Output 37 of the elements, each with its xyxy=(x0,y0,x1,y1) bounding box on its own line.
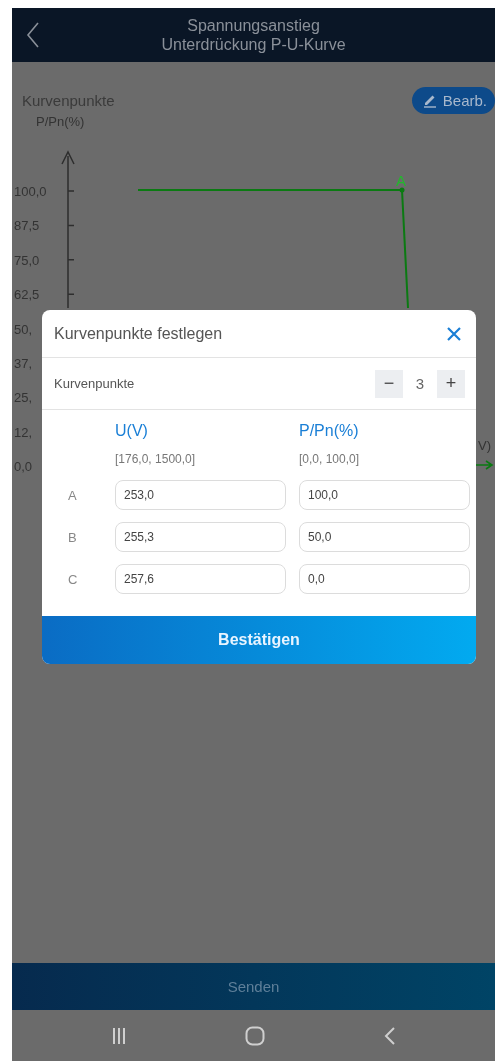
x-axis-arrow xyxy=(475,460,494,470)
value-field[interactable]: 253,0 xyxy=(115,480,286,510)
page-title: Spannungsanstieg Unterdrückung P-U-Kurve xyxy=(160,16,347,54)
tick-label: 62,5 xyxy=(14,287,40,303)
decrement-button[interactable]: − xyxy=(375,369,403,398)
value-field[interactable]: 255,3 xyxy=(115,522,286,552)
back-icon[interactable] xyxy=(383,1025,396,1046)
value-field[interactable]: 50,0 xyxy=(299,522,470,552)
column-header: U(V) xyxy=(115,422,149,440)
column-header: P/Pn(%) xyxy=(299,422,360,440)
range-hint: [176,0, 1500,0] xyxy=(115,452,197,466)
tick-label: 87,5 xyxy=(14,218,40,234)
point-label: A xyxy=(67,487,78,503)
increment-button[interactable]: + xyxy=(437,369,465,398)
range-hint: [0,0, 100,0] xyxy=(299,452,361,466)
tick-label: 100,0 xyxy=(14,184,47,199)
recent-apps-icon[interactable] xyxy=(111,1026,126,1045)
dialog-title: Kurvenpunkte festlegen xyxy=(54,324,223,343)
tick-label: 37, xyxy=(14,356,33,371)
edit-button[interactable]: Bearb. xyxy=(411,86,495,114)
point-label: B xyxy=(67,529,78,545)
tick-label: 12, xyxy=(14,424,33,440)
point-label: C xyxy=(67,571,79,587)
value-field[interactable]: 100,0 xyxy=(299,480,470,510)
tick-label: 50, xyxy=(14,321,33,337)
count-value: 3 xyxy=(414,375,426,392)
count-label: Kurvenpunkte xyxy=(54,376,135,391)
tick-label: 75,0 xyxy=(14,252,40,268)
close-icon[interactable] xyxy=(446,325,462,342)
value-field[interactable]: 257,6 xyxy=(115,564,286,594)
value-field[interactable]: 0,0 xyxy=(299,564,470,594)
back-icon[interactable] xyxy=(26,22,40,48)
axis-label: P/Pn(%) xyxy=(36,114,85,129)
home-icon[interactable] xyxy=(244,1025,265,1046)
axis-label: V) xyxy=(478,438,491,453)
tick-label: 25, xyxy=(14,390,33,406)
point-label: A xyxy=(396,172,406,189)
